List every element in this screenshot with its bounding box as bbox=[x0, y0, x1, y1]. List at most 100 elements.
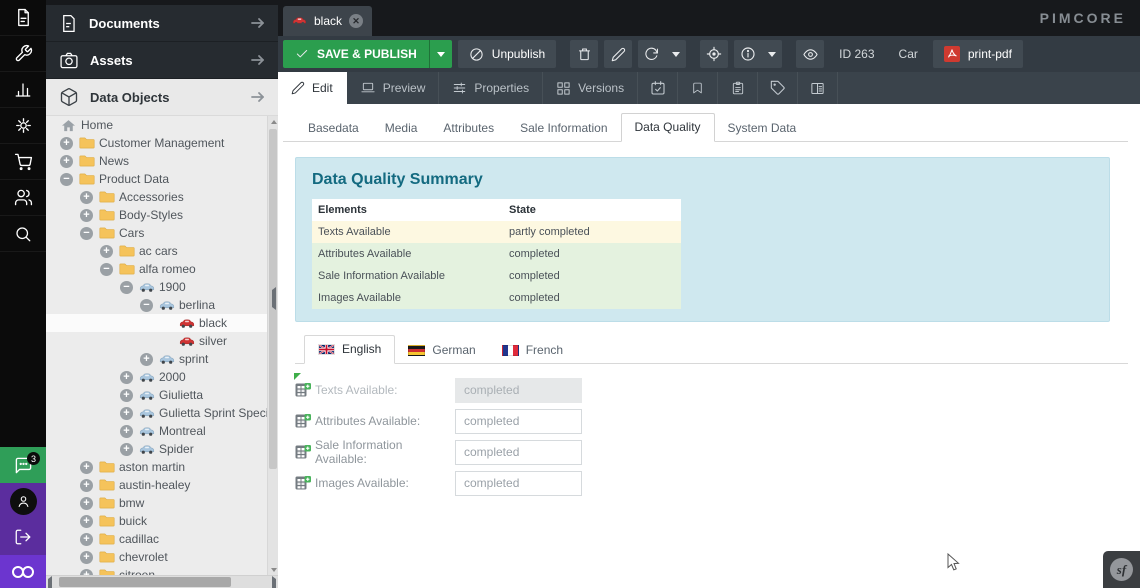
tree-horizontal-scrollbar[interactable] bbox=[46, 575, 278, 588]
layout-button[interactable] bbox=[798, 72, 838, 104]
scrollbar-thumb[interactable] bbox=[59, 577, 231, 587]
info-dropdown-caret[interactable] bbox=[761, 40, 782, 68]
tree-row[interactable]: Product Data bbox=[46, 170, 267, 188]
data-tab[interactable]: Sale Information bbox=[507, 115, 620, 142]
print-pdf-button[interactable]: print-pdf bbox=[933, 40, 1023, 68]
tab-versions[interactable]: Versions bbox=[543, 72, 638, 104]
tree-row[interactable]: 1900 bbox=[46, 278, 267, 296]
tree-row[interactable]: Body-Styles bbox=[46, 206, 267, 224]
tree-row[interactable]: austin-healey bbox=[46, 476, 267, 494]
tree-expander-icon[interactable] bbox=[120, 425, 133, 438]
tree-expander-icon[interactable] bbox=[80, 209, 93, 222]
symfony-debug-badge[interactable]: sf bbox=[1103, 551, 1140, 588]
close-icon[interactable]: ✕ bbox=[349, 14, 363, 28]
tree-row[interactable]: cadillac bbox=[46, 530, 267, 548]
tree-row[interactable]: Customer Management bbox=[46, 134, 267, 152]
unpublish-button[interactable]: Unpublish bbox=[458, 40, 556, 68]
data-tab[interactable]: Attributes bbox=[430, 115, 507, 142]
quality-field-input[interactable]: completed bbox=[455, 471, 582, 496]
rail-settings-button[interactable] bbox=[0, 108, 46, 144]
tab-preview[interactable]: Preview bbox=[347, 72, 440, 104]
scroll-left-arrow[interactable] bbox=[48, 579, 52, 588]
tree-row[interactable]: sprint bbox=[46, 350, 267, 368]
rail-user-button[interactable] bbox=[0, 483, 46, 519]
language-tab[interactable]: German bbox=[395, 337, 488, 364]
tree-expander-icon[interactable] bbox=[100, 263, 113, 276]
tree-expander-icon[interactable] bbox=[120, 371, 133, 384]
rail-reports-button[interactable] bbox=[0, 72, 46, 108]
tags-button[interactable] bbox=[758, 72, 798, 104]
tree-row[interactable]: 2000 bbox=[46, 368, 267, 386]
save-dropdown-caret[interactable] bbox=[429, 40, 452, 68]
tree-expander-icon[interactable] bbox=[80, 551, 93, 564]
tree-expander-icon[interactable] bbox=[80, 479, 93, 492]
tree-row[interactable]: aston martin bbox=[46, 458, 267, 476]
rail-search-button[interactable] bbox=[0, 216, 46, 252]
tree-expander-icon[interactable] bbox=[120, 389, 133, 402]
tree-expander-icon[interactable] bbox=[60, 173, 73, 186]
schedule-button[interactable] bbox=[638, 72, 678, 104]
rail-logout-button[interactable] bbox=[0, 519, 46, 555]
tree-row[interactable]: berlina bbox=[46, 296, 267, 314]
save-publish-button[interactable]: SAVE & PUBLISH bbox=[283, 40, 452, 68]
tree-row[interactable]: silver bbox=[46, 332, 267, 350]
quality-field-input[interactable]: completed bbox=[455, 409, 582, 434]
data-tab[interactable]: Media bbox=[372, 115, 431, 142]
delete-button[interactable] bbox=[570, 40, 598, 68]
tree-row[interactable]: black bbox=[46, 314, 267, 332]
tree-expander-icon[interactable] bbox=[120, 281, 133, 294]
tree-expander-icon[interactable] bbox=[140, 353, 153, 366]
tab-black[interactable]: black ✕ bbox=[283, 6, 372, 36]
quality-field-input[interactable]: completed bbox=[455, 378, 582, 403]
scroll-right-arrow[interactable] bbox=[272, 579, 276, 588]
info-button[interactable] bbox=[734, 40, 782, 68]
tree-row[interactable]: Cars bbox=[46, 224, 267, 242]
scroll-up-arrow[interactable] bbox=[268, 116, 278, 127]
tree-expander-icon[interactable] bbox=[80, 515, 93, 528]
tab-edit[interactable]: Edit bbox=[278, 72, 347, 104]
tree-expander-icon[interactable] bbox=[100, 245, 113, 258]
tree-expander-icon[interactable] bbox=[80, 497, 93, 510]
accordion-data-objects[interactable]: Data Objects bbox=[46, 79, 278, 116]
tree-expander-icon[interactable] bbox=[120, 443, 133, 456]
accordion-assets[interactable]: Assets bbox=[46, 42, 278, 79]
rail-notifications-button[interactable]: 3 bbox=[0, 447, 46, 483]
rename-button[interactable] bbox=[604, 40, 632, 68]
tree-row[interactable]: Accessories bbox=[46, 188, 267, 206]
tree-vertical-scrollbar[interactable] bbox=[267, 116, 278, 575]
accordion-documents[interactable]: Documents bbox=[46, 5, 278, 42]
tree-expander-icon[interactable] bbox=[60, 137, 73, 150]
tree-expander-icon[interactable] bbox=[120, 407, 133, 420]
notes-events-button[interactable] bbox=[718, 72, 758, 104]
tree-row[interactable]: chevrolet bbox=[46, 548, 267, 566]
rail-ecommerce-button[interactable] bbox=[0, 144, 46, 180]
quality-field-input[interactable]: completed bbox=[455, 440, 582, 465]
tree-row[interactable]: citroen bbox=[46, 566, 267, 575]
open-preview-button[interactable] bbox=[796, 40, 824, 68]
reload-dropdown-caret[interactable] bbox=[665, 40, 686, 68]
scroll-down-arrow[interactable] bbox=[268, 564, 278, 575]
tree-row[interactable]: ac cars bbox=[46, 242, 267, 260]
data-tab[interactable]: Data Quality bbox=[621, 113, 715, 142]
tree-expander-icon[interactable] bbox=[140, 299, 153, 312]
language-tab[interactable]: French bbox=[489, 337, 576, 364]
tree-expander-icon[interactable] bbox=[60, 155, 73, 168]
tree-expander-icon[interactable] bbox=[80, 461, 93, 474]
language-tab[interactable]: English bbox=[304, 335, 395, 364]
tree-row[interactable]: Spider bbox=[46, 440, 267, 458]
tree-row[interactable]: News bbox=[46, 152, 267, 170]
rail-tools-button[interactable] bbox=[0, 36, 46, 72]
tree-expander-icon[interactable] bbox=[80, 191, 93, 204]
tree-row[interactable]: bmw bbox=[46, 494, 267, 512]
reload-button[interactable] bbox=[638, 40, 686, 68]
tab-properties[interactable]: Properties bbox=[439, 72, 543, 104]
tree-row[interactable]: Montreal bbox=[46, 422, 267, 440]
panel-collapse-handle[interactable] bbox=[272, 290, 276, 308]
tree-row[interactable]: buick bbox=[46, 512, 267, 530]
locate-in-tree-button[interactable] bbox=[700, 40, 728, 68]
data-tab[interactable]: Basedata bbox=[295, 115, 372, 142]
data-tab[interactable]: System Data bbox=[715, 115, 810, 142]
bookmark-button[interactable] bbox=[678, 72, 718, 104]
tree-expander-icon[interactable] bbox=[80, 533, 93, 546]
tree-expander-icon[interactable] bbox=[80, 227, 93, 240]
